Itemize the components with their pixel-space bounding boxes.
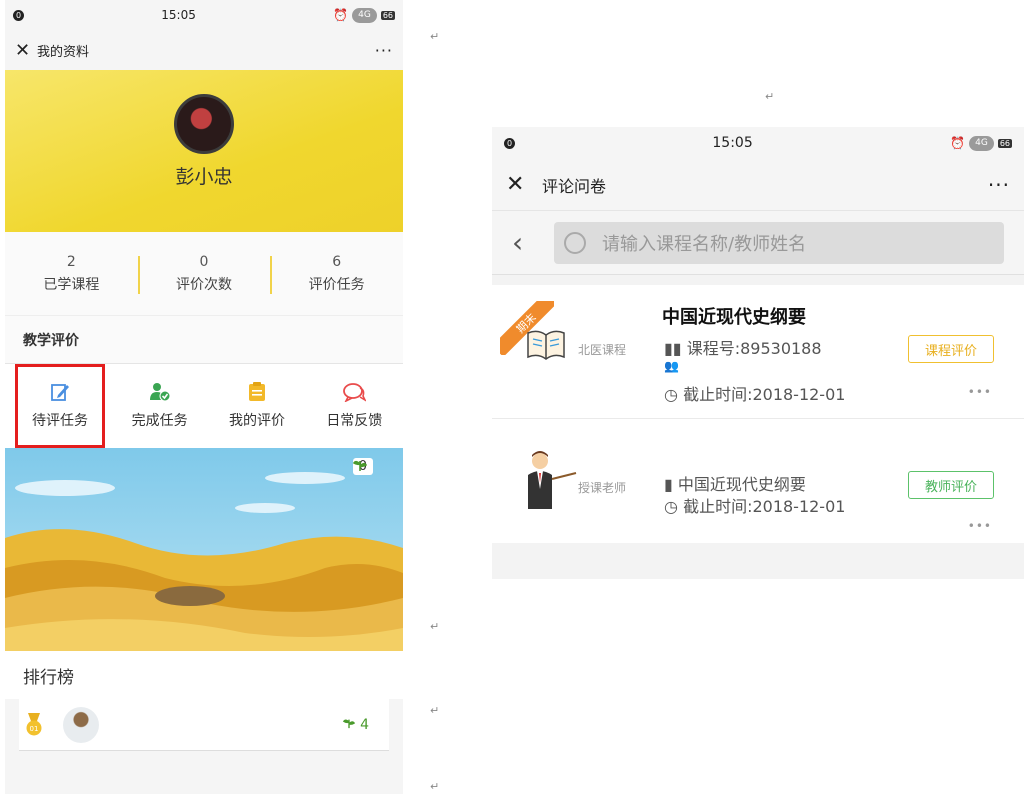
- deadline-text: 截止时间:2018-12-01: [683, 385, 846, 404]
- landscape-illustration: 0: [5, 448, 403, 651]
- note-icon: [248, 382, 265, 401]
- deadline-text: 截止时间:2018-12-01: [683, 497, 846, 516]
- page-title: 我的资料: [37, 44, 90, 60]
- course-name: 中国近现代史纲要: [662, 307, 806, 328]
- alarm-icon: ⏰: [950, 136, 966, 150]
- clock-icon: ◷: [664, 497, 678, 516]
- section-title: 教学评价: [5, 316, 403, 364]
- paragraph-mark: ↵: [430, 30, 440, 43]
- more-menu-button[interactable]: ···: [988, 173, 1010, 197]
- paragraph-mark: ↵: [430, 780, 440, 793]
- page-title: 评论问卷: [542, 176, 607, 196]
- course-source: 北医课程: [578, 343, 627, 357]
- teacher-course-text: 中国近现代史纲要: [677, 475, 806, 494]
- status-time: 15:05: [712, 135, 753, 151]
- leaf-icon: [352, 460, 367, 471]
- paragraph-mark: ↵: [430, 620, 440, 633]
- book-small-icon: ▮: [664, 475, 673, 494]
- more-dots[interactable]: •••: [968, 385, 992, 399]
- battery-icon: 66: [997, 138, 1012, 148]
- back-button[interactable]: ‹: [512, 226, 554, 259]
- nav-bar: ✕ 评论问卷 ···: [492, 159, 1024, 211]
- stat-label: 已学课程: [43, 276, 100, 293]
- battery-icon: 66: [380, 10, 395, 20]
- grid-label: 完成任务: [131, 413, 188, 429]
- landscape-image: [5, 472, 403, 651]
- close-button[interactable]: ✕: [15, 40, 37, 61]
- status-time: 15:05: [161, 8, 196, 22]
- course-deadline: ◷ 截止时间:2018-12-01: [664, 381, 845, 405]
- teacher-course: ▮ 中国近现代史纲要: [664, 471, 806, 495]
- course-evaluation-card[interactable]: 期末 北医课程 中国近现代史纲要 ▮▮ 课程号:89530188 👥 ◷ 截止时…: [492, 285, 1024, 419]
- leaderboard-row[interactable]: 01 4: [19, 699, 389, 751]
- stat-value: 2: [66, 253, 76, 270]
- teacher-evaluation-card[interactable]: 授课老师 ▮ 中国近现代史纲要 ◷ 截止时间:2018-12-01 教师评价 •…: [492, 419, 1024, 543]
- user-check-icon: [149, 383, 171, 402]
- more-dots[interactable]: •••: [968, 519, 992, 533]
- nav-bar: ✕ 我的资料 ···: [5, 30, 403, 70]
- notification-icon: 0: [504, 137, 515, 149]
- notification-icon: 0: [13, 9, 24, 21]
- medal-number: 01: [30, 725, 39, 733]
- score-value: 4: [360, 716, 369, 733]
- teacher-label: 授课老师: [578, 481, 627, 495]
- stat-label: 评价任务: [308, 276, 365, 293]
- stat-evaluation-tasks[interactable]: 6 评价任务: [270, 254, 403, 294]
- leaderboard-score: 4: [342, 717, 369, 733]
- search-placeholder: 请输入课程名称/教师姓名: [602, 233, 807, 255]
- close-button[interactable]: ✕: [506, 172, 542, 197]
- course-evaluation-button[interactable]: 课程评价: [908, 335, 994, 363]
- more-menu-button[interactable]: ···: [375, 41, 393, 60]
- completed-tasks-button[interactable]: 完成任务: [111, 364, 208, 448]
- teacher-evaluation-button[interactable]: 教师评价: [908, 471, 994, 499]
- search-input[interactable]: 请输入课程名称/教师姓名: [554, 221, 1004, 264]
- teacher-deadline: ◷ 截止时间:2018-12-01: [664, 493, 845, 517]
- pending-tasks-button[interactable]: 待评任务: [15, 364, 105, 448]
- avatar[interactable]: [174, 94, 234, 154]
- profile-banner: 彭小忠: [5, 70, 403, 232]
- stat-value: 0: [199, 253, 209, 270]
- course-number-text: 课程号:89530188: [686, 339, 822, 358]
- evaluation-grid: 待评任务 完成任务 我的评价 日常反馈: [5, 364, 403, 448]
- stat-evaluation-count[interactable]: 0 评价次数: [137, 253, 271, 294]
- paragraph-mark: ↵: [430, 704, 440, 717]
- stat-learned-courses[interactable]: 2 已学课程: [5, 254, 138, 294]
- status-bar: 0 15:05 ⏰ 4G 66: [492, 127, 1024, 159]
- grid-label: 我的评价: [228, 413, 285, 429]
- questionnaire-screen: 0 15:05 ⏰ 4G 66 ✕ 评论问卷 ··· ‹ 请输入课程名称/教师姓…: [492, 127, 1024, 579]
- leaf-count-badge: 0: [352, 458, 373, 475]
- paragraph-mark: ↵: [765, 90, 775, 103]
- edit-icon: [51, 384, 69, 401]
- leaf-icon: [342, 719, 355, 728]
- course-number: ▮▮ 课程号:89530188: [664, 335, 822, 359]
- chat-icon: [343, 383, 367, 402]
- clock-icon: ◷: [664, 385, 678, 404]
- stats-row: 2 已学课程 0 评价次数 6 评价任务: [5, 232, 403, 316]
- my-evaluations-button[interactable]: 我的评价: [208, 364, 305, 448]
- status-bar: 0 15:05 ⏰ 4G 66: [5, 0, 403, 30]
- network-indicator: 4G: [352, 7, 377, 23]
- teacher-icon: [528, 451, 577, 509]
- grid-label: 日常反馈: [326, 413, 383, 429]
- medal-icon: 01: [26, 712, 42, 735]
- search-icon: [564, 231, 586, 254]
- stat-value: 6: [332, 253, 342, 270]
- profile-screen: 0 15:05 ⏰ 4G 66 ✕ 我的资料 ··· 彭小忠 2 已学课程 0 …: [5, 0, 403, 794]
- daily-feedback-button[interactable]: 日常反馈: [306, 364, 403, 448]
- user-name: 彭小忠: [175, 166, 233, 188]
- book-icon: [527, 330, 565, 360]
- grid-label: 待评任务: [32, 413, 88, 429]
- avatar[interactable]: [63, 706, 99, 743]
- leaderboard-title: 排行榜: [5, 651, 403, 699]
- people-icon: 👥: [664, 359, 679, 373]
- stat-label: 评价次数: [176, 276, 232, 293]
- network-indicator: 4G: [969, 135, 994, 151]
- search-bar: ‹ 请输入课程名称/教师姓名: [492, 211, 1024, 275]
- alarm-icon: ⏰: [333, 8, 349, 22]
- barcode-icon: ▮▮: [664, 339, 682, 358]
